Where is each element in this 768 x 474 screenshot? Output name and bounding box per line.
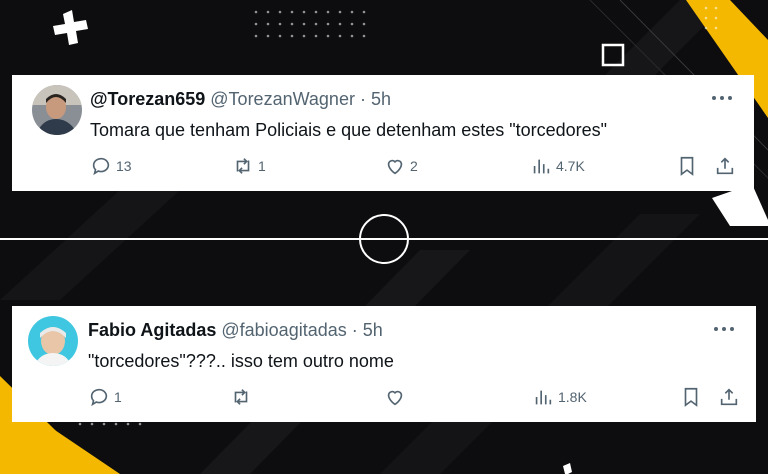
- reply-count: 1: [114, 389, 122, 405]
- retweet-button[interactable]: 1: [232, 155, 266, 177]
- display-name[interactable]: @Torezan659: [90, 89, 205, 109]
- reply-button[interactable]: 13: [90, 155, 132, 177]
- bookmark-icon: [680, 156, 694, 176]
- reply-count: 13: [116, 158, 132, 174]
- retweet-icon: [234, 389, 248, 405]
- tweet-header: @Torezan659 @TorezanWagner · 5h: [90, 89, 391, 110]
- share-button[interactable]: [714, 155, 736, 177]
- bookmark-icon: [684, 387, 698, 407]
- user-handle[interactable]: @fabioagitadas: [221, 320, 346, 340]
- display-name[interactable]: Fabio Agitadas: [88, 320, 216, 340]
- share-icon: [716, 157, 734, 175]
- retweet-button[interactable]: [230, 386, 256, 408]
- bookmark-button[interactable]: [680, 386, 702, 408]
- avatar[interactable]: [32, 85, 82, 135]
- tweet-text: "torcedores"???.. isso tem outro nome: [88, 351, 394, 371]
- tweet-time: · 5h: [359, 89, 391, 109]
- user-handle[interactable]: @TorezanWagner: [210, 89, 355, 109]
- like-icon: [387, 390, 403, 406]
- tweet-time: · 5h: [351, 320, 383, 340]
- views-button[interactable]: 1.8K: [532, 386, 587, 408]
- like-count: 2: [410, 158, 418, 174]
- reply-button[interactable]: 1: [88, 386, 122, 408]
- retweet-count: 1: [258, 158, 266, 174]
- tweet-card[interactable]: Fabio Agitadas @fabioagitadas · 5h "torc…: [12, 306, 756, 422]
- reply-icon: [92, 157, 110, 176]
- views-icon: [533, 159, 550, 174]
- views-count: 1.8K: [558, 389, 587, 405]
- views-count: 4.7K: [556, 158, 585, 174]
- tweet-header: Fabio Agitadas @fabioagitadas · 5h: [88, 320, 383, 341]
- like-button[interactable]: 2: [384, 155, 418, 177]
- reply-icon: [90, 388, 108, 407]
- more-icon[interactable]: [710, 93, 734, 103]
- share-icon: [720, 388, 738, 406]
- views-icon: [535, 390, 552, 405]
- views-button[interactable]: 4.7K: [530, 155, 585, 177]
- retweet-icon: [236, 158, 250, 174]
- more-icon[interactable]: [712, 324, 736, 334]
- bookmark-button[interactable]: [676, 155, 698, 177]
- tweet-text: Tomara que tenham Policiais e que detenh…: [90, 120, 608, 140]
- avatar[interactable]: [28, 316, 78, 366]
- like-button[interactable]: [384, 386, 410, 408]
- tweet-card[interactable]: @Torezan659 @TorezanWagner · 5h Tomara q…: [12, 75, 754, 191]
- share-button[interactable]: [718, 386, 740, 408]
- like-icon: [387, 159, 403, 175]
